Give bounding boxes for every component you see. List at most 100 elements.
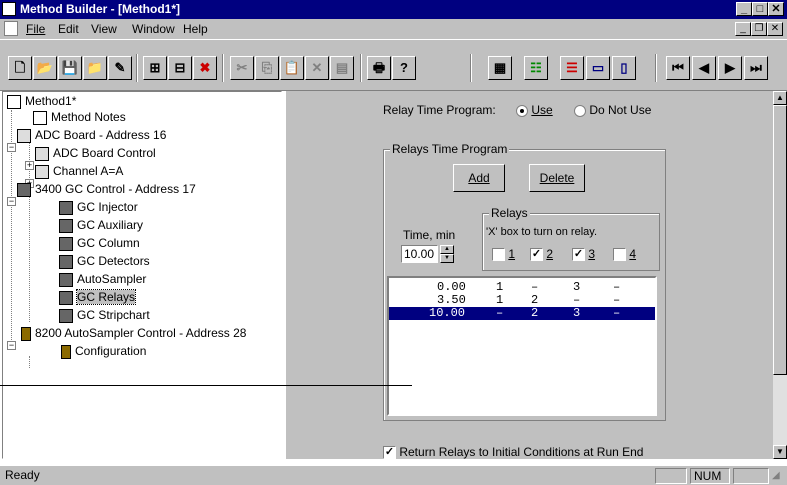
gc-icon (59, 290, 73, 305)
tree-node-channel[interactable]: Channel A=A (35, 164, 123, 179)
time-input[interactable]: 10.00 (401, 245, 438, 263)
tree-node-root[interactable]: Method1* (7, 94, 76, 109)
relays-group-title: Relays (489, 206, 530, 220)
minimize-button[interactable]: _ (736, 2, 752, 16)
gc-icon (59, 272, 73, 287)
close-button[interactable]: ✕ (768, 2, 784, 16)
scroll-down-icon[interactable]: ▼ (773, 445, 787, 459)
tree-node-gc-stripchart[interactable]: GC Stripchart (59, 308, 150, 323)
app-icon (2, 2, 16, 16)
tree-node-configuration[interactable]: Configuration (61, 344, 146, 359)
last-icon[interactable]: ⏭ (744, 56, 768, 80)
board-icon (35, 164, 49, 179)
method-icon (7, 94, 21, 109)
tree-node-method-notes[interactable]: Method Notes (33, 110, 126, 125)
method-list-icon[interactable]: ⊟ (168, 56, 192, 80)
mdi-close-button[interactable]: ✕ (767, 22, 783, 36)
menu-edit[interactable]: Edit (58, 22, 79, 36)
collapse-icon[interactable]: − (7, 197, 16, 206)
relay-settings-pane: Relay Time Program: Use Do Not Use Relay… (286, 91, 773, 460)
tree-node-gc-auxiliary[interactable]: GC Auxiliary (59, 218, 143, 233)
split-view-icon[interactable]: ☰ (560, 56, 584, 80)
tree-node-gc-control[interactable]: 3400 GC Control - Address 17 (17, 182, 196, 197)
maximize-button[interactable]: □ (752, 2, 768, 16)
tree-node-adc-board[interactable]: ADC Board - Address 16 (17, 128, 166, 143)
cut-icon[interactable]: ✂ (230, 56, 254, 80)
properties-icon[interactable]: ▤ (330, 56, 354, 80)
mdi-restore-button[interactable]: ❐ (751, 22, 767, 36)
relay-3-box[interactable]: ✓ (572, 248, 585, 262)
expand-icon[interactable]: + (25, 161, 34, 170)
menu-help[interactable]: Help (183, 22, 208, 36)
tree-node-autosampler[interactable]: AutoSampler (59, 272, 146, 287)
autosampler-icon (21, 326, 31, 341)
document-icon[interactable] (4, 21, 18, 36)
method-icon[interactable]: ⊞ (143, 56, 167, 80)
tree-node-adc-board-control[interactable]: ADC Board Control (35, 146, 156, 161)
relay-2-checkbox[interactable]: ✓ 2 (530, 247, 553, 262)
copy-icon[interactable]: ⎘ (255, 56, 279, 80)
gc-icon (59, 218, 73, 233)
delete-button[interactable]: Delete (529, 164, 585, 192)
status-panel (655, 468, 687, 484)
detail-view-icon[interactable]: ▯ (612, 56, 636, 80)
first-icon[interactable]: ⏮ (666, 56, 690, 80)
print-icon[interactable]: 🖶 (367, 56, 391, 80)
time-spinner[interactable]: ▲ ▼ (440, 245, 454, 263)
return-relays-option[interactable]: ✓ Return Relays to Initial Conditions at… (383, 445, 643, 460)
edit-icon[interactable]: ✎ (108, 56, 132, 80)
spin-up-icon[interactable]: ▲ (440, 245, 454, 254)
vertical-scrollbar[interactable]: ▲ ▼ (773, 91, 787, 459)
tree-node-gc-detectors[interactable]: GC Detectors (59, 254, 150, 269)
delete-icon[interactable]: ✕ (305, 56, 329, 80)
tree-node-gc-injector[interactable]: GC Injector (59, 200, 138, 215)
return-relays-checkbox[interactable]: ✓ (383, 446, 396, 460)
relay-1-box[interactable] (492, 248, 505, 262)
status-panel (733, 468, 769, 484)
scroll-up-icon[interactable]: ▲ (773, 91, 787, 105)
open-icon[interactable]: 📂 (33, 56, 57, 80)
delete-method-icon[interactable]: ✖ (193, 56, 217, 80)
new-icon[interactable]: 🗋 (8, 56, 32, 80)
tree-node-gc-relays[interactable]: GC Relays (59, 289, 137, 305)
menu-view[interactable]: View (91, 22, 117, 36)
add-button[interactable]: Add (453, 164, 505, 192)
use-radio[interactable] (516, 104, 528, 117)
relay-2-box[interactable]: ✓ (530, 248, 543, 262)
resize-grip-icon[interactable]: ◢ (772, 470, 780, 481)
tree-node-autosampler-control[interactable]: 8200 AutoSampler Control - Address 28 (21, 326, 246, 341)
scroll-thumb[interactable] (773, 105, 787, 375)
list-item-selected[interactable]: 10.00 – 2 3 – (389, 307, 655, 320)
relays-hint: 'X' box to turn on relay. (486, 226, 597, 238)
relay-time-program-label: Relay Time Program: (383, 103, 496, 117)
tree-view-icon[interactable]: ☷ (524, 56, 548, 80)
open-folder-icon[interactable]: 📁 (83, 56, 107, 80)
relay-1-checkbox[interactable]: 1 (492, 247, 515, 262)
menu-window[interactable]: Window (132, 22, 175, 36)
toolbar-separator (360, 54, 362, 82)
module-view-icon[interactable]: ▦ (488, 56, 512, 80)
collapse-icon[interactable]: − (7, 143, 16, 152)
relay-4-checkbox[interactable]: 4 (613, 247, 636, 262)
mdi-minimize-button[interactable]: _ (735, 22, 751, 36)
paste-icon[interactable]: 📋 (280, 56, 304, 80)
next-icon[interactable]: ▶ (718, 56, 742, 80)
menu-file[interactable]: File (26, 22, 45, 36)
collapse-icon[interactable]: − (7, 341, 16, 350)
help-icon[interactable]: ? (392, 56, 416, 80)
relay-3-checkbox[interactable]: ✓ 3 (572, 247, 595, 262)
relay-4-box[interactable] (613, 248, 626, 262)
spin-down-icon[interactable]: ▼ (440, 254, 454, 263)
relay-program-list[interactable]: 0.00 1 – 3 – 3.50 1 2 – – 10.00 – 2 3 – (387, 276, 657, 416)
list-view-icon[interactable]: ▭ (586, 56, 610, 80)
relays-time-program-title: Relays Time Program (390, 142, 510, 156)
board-icon (35, 146, 49, 161)
previous-icon[interactable]: ◀ (692, 56, 716, 80)
do-not-use-radio[interactable] (574, 104, 586, 117)
save-icon[interactable]: 💾 (58, 56, 82, 80)
tree-node-gc-column[interactable]: GC Column (59, 236, 140, 251)
window-title: Method Builder - [Method1*] (20, 2, 180, 16)
use-option[interactable]: Use (516, 103, 553, 117)
toolbar-separator (222, 54, 224, 82)
do-not-use-option[interactable]: Do Not Use (574, 103, 651, 117)
